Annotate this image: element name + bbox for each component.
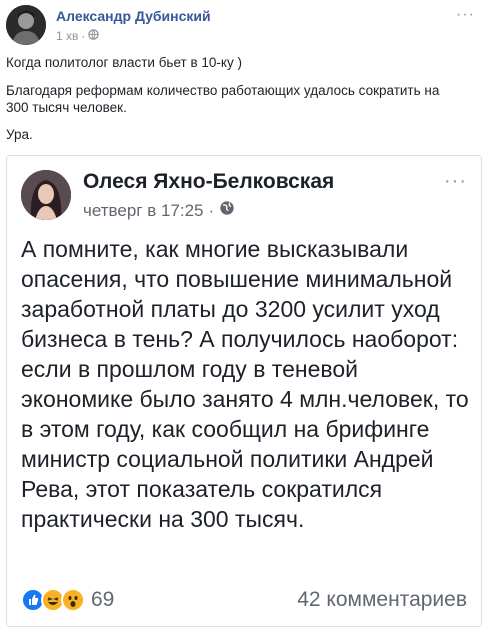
post-time[interactable]: 1 хв	[56, 29, 78, 43]
post-text-line-2: Благодаря реформам количество работающих…	[6, 83, 440, 98]
post-text-line-3: 300 тысяч человек.	[6, 100, 127, 115]
comments-count: 42 комментариев	[297, 588, 467, 611]
shared-post-screenshot[interactable]: Олеся Яхно-Белковская четверг в 17:25 · …	[6, 155, 482, 627]
more-options-icon[interactable]: ···	[456, 6, 475, 24]
globe-icon	[219, 200, 235, 221]
author-avatar[interactable]	[6, 5, 46, 45]
separator: ·	[81, 29, 86, 43]
shared-meta: четверг в 17:25 ·	[83, 200, 235, 221]
shared-author-name: Олеся Яхно-Белковская	[83, 170, 335, 193]
post-meta: 1 хв ·	[56, 29, 100, 43]
shared-more-icon: ···	[444, 170, 467, 192]
wow-icon	[61, 588, 85, 612]
separator: ·	[208, 200, 215, 220]
post-text-line-4: Ура.	[6, 127, 33, 142]
shared-author-avatar	[21, 170, 71, 220]
facebook-post: Александр Дубинский 1 хв · ··· Когда пол…	[0, 0, 491, 632]
author-name[interactable]: Александр Дубинский	[56, 8, 211, 24]
shared-time: четверг в 17:25	[83, 200, 204, 220]
globe-icon	[88, 29, 100, 43]
reactions-count: 69	[91, 588, 115, 611]
shared-post-text: А помните, как многие высказывали опасен…	[21, 236, 469, 532]
reactions-summary: 69	[21, 588, 114, 612]
post-text-line-1: Когда политолог власти бьет в 10-ку )	[6, 55, 242, 70]
